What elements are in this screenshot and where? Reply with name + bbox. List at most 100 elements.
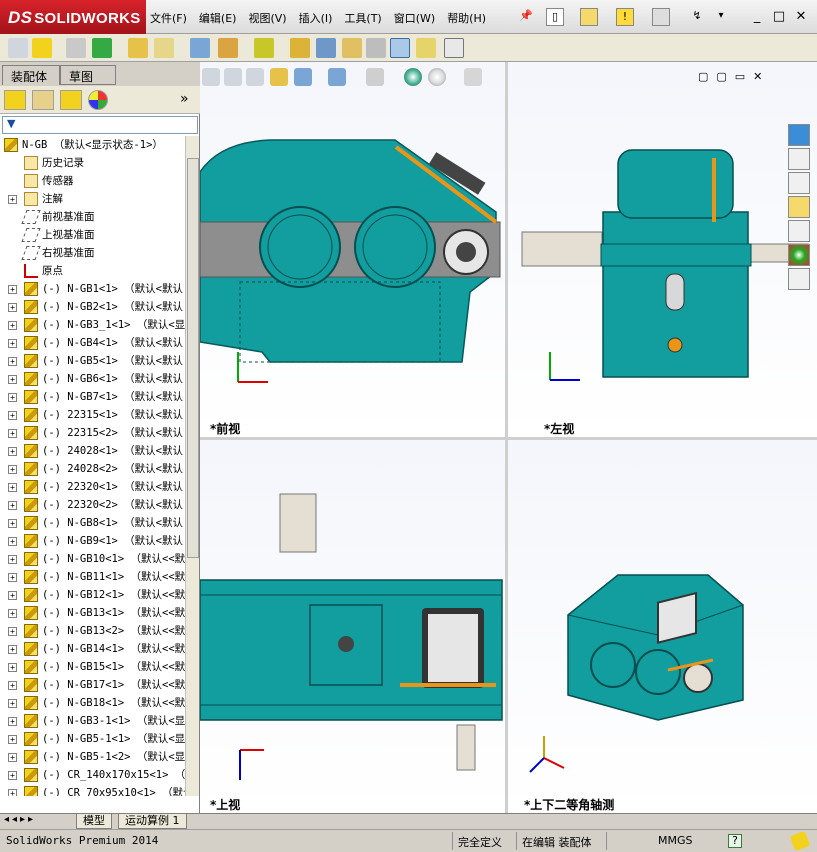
expand-toggle-icon[interactable]: + — [8, 195, 17, 204]
expand-panel-icon[interactable]: » — [180, 91, 189, 107]
expand-toggle-icon[interactable]: + — [8, 663, 17, 672]
expand-toggle-icon[interactable]: + — [8, 465, 17, 474]
tab-scroll-arrows-icon[interactable]: ◂◂▸▸ — [4, 814, 36, 825]
appearances-icon[interactable] — [788, 244, 810, 266]
tag-icon[interactable] — [789, 830, 811, 852]
menu-window[interactable]: 窗口(W) — [394, 10, 435, 26]
insert-component-icon[interactable] — [32, 38, 52, 58]
print-icon[interactable] — [652, 8, 670, 26]
new-motion-study-icon[interactable] — [290, 38, 310, 58]
tab-sketch[interactable]: 草图 — [60, 65, 116, 85]
expand-toggle-icon[interactable]: + — [8, 357, 17, 366]
view-orientation-icon[interactable] — [294, 68, 312, 86]
bill-of-materials-icon[interactable] — [316, 38, 336, 58]
menu-tools[interactable]: 工具(T) — [344, 10, 381, 26]
expand-toggle-icon[interactable]: + — [8, 699, 17, 708]
view-settings-icon[interactable] — [464, 68, 482, 86]
expand-toggle-icon[interactable]: + — [8, 375, 17, 384]
menu-edit[interactable]: 编辑(E) — [199, 10, 237, 26]
reference-geometry-icon[interactable] — [254, 38, 274, 58]
expand-toggle-icon[interactable]: + — [8, 771, 17, 780]
expand-toggle-icon[interactable]: + — [8, 393, 17, 402]
expand-toggle-icon[interactable]: + — [8, 717, 17, 726]
instant3d-icon[interactable] — [444, 38, 464, 58]
expand-toggle-icon[interactable]: + — [8, 753, 17, 762]
expand-toggle-icon[interactable]: + — [8, 789, 17, 796]
expand-toggle-icon[interactable]: + — [8, 483, 17, 492]
expand-toggle-icon[interactable]: + — [8, 645, 17, 654]
viewport-isometric[interactable]: *上下二等角轴测 — [508, 440, 817, 813]
tree-filter-input[interactable]: ▼ — [2, 116, 198, 134]
view-palette-icon[interactable] — [788, 220, 810, 242]
tree-scrollbar[interactable] — [185, 136, 199, 796]
edit-appearance-icon[interactable] — [404, 68, 422, 86]
expand-toggle-icon[interactable]: + — [8, 591, 17, 600]
mate-icon[interactable] — [66, 38, 86, 58]
design-library-icon[interactable] — [788, 172, 810, 194]
pin-icon[interactable]: 📌 — [517, 8, 535, 26]
help-icon[interactable]: ? — [728, 834, 742, 848]
viewport-front[interactable]: *前视 — [200, 62, 505, 437]
expand-toggle-icon[interactable]: + — [8, 447, 17, 456]
tab-motion-study[interactable]: 运动算例 1 — [118, 814, 187, 829]
open-folder-icon[interactable] — [580, 8, 598, 26]
interference-detection-icon[interactable] — [390, 38, 410, 58]
new-document-icon[interactable]: ▯ — [546, 8, 564, 26]
assembly-features-icon[interactable] — [218, 38, 238, 58]
close-button[interactable]: ✕ — [791, 8, 811, 26]
configuration-manager-icon[interactable] — [60, 90, 82, 110]
maximize-button[interactable]: □ — [769, 8, 789, 26]
zoom-to-fit-icon[interactable] — [202, 68, 220, 86]
solidworks-logo[interactable]: DS SOLIDWORKS — [0, 0, 146, 34]
exploded-view-icon[interactable] — [342, 38, 362, 58]
expand-toggle-icon[interactable]: + — [8, 681, 17, 690]
display-manager-icon[interactable] — [88, 90, 108, 110]
status-units[interactable]: MMGS — [658, 834, 693, 847]
display-style-icon[interactable] — [328, 68, 346, 86]
options-icon[interactable]: ↯ — [688, 8, 706, 26]
viewport-top[interactable]: *上视 — [200, 440, 505, 813]
expand-toggle-icon[interactable]: + — [8, 339, 17, 348]
property-manager-icon[interactable] — [32, 90, 54, 110]
move-component-icon[interactable] — [154, 38, 174, 58]
expand-toggle-icon[interactable]: + — [8, 627, 17, 636]
tree-scrollbar-thumb[interactable] — [187, 158, 199, 558]
expand-toggle-icon[interactable]: + — [8, 537, 17, 546]
apply-scene-icon[interactable] — [428, 68, 446, 86]
solidworks-resources-icon[interactable] — [788, 124, 810, 146]
rebuild-warning-icon[interactable]: ! — [616, 8, 634, 26]
expand-toggle-icon[interactable]: + — [8, 501, 17, 510]
viewport-window-controls[interactable]: ▢▢▭✕ — [698, 70, 770, 83]
viewport-splitter-horizontal[interactable] — [200, 437, 817, 440]
viewport-left[interactable]: *左视 — [508, 62, 817, 437]
show-hidden-icon[interactable] — [190, 38, 210, 58]
smart-fasteners-icon[interactable] — [128, 38, 148, 58]
expand-toggle-icon[interactable]: + — [8, 609, 17, 618]
tab-assembly[interactable]: 装配体 — [2, 65, 60, 85]
clearance-verification-icon[interactable] — [416, 38, 436, 58]
previous-view-icon[interactable] — [246, 68, 264, 86]
tab-model[interactable]: 模型 — [76, 814, 112, 829]
menu-help[interactable]: 帮助(H) — [447, 10, 486, 26]
expand-toggle-icon[interactable]: + — [8, 555, 17, 564]
zoom-to-area-icon[interactable] — [224, 68, 242, 86]
minimize-button[interactable]: _ — [747, 8, 767, 26]
linear-pattern-icon[interactable] — [92, 38, 112, 58]
expand-toggle-icon[interactable]: + — [8, 519, 17, 528]
graphics-area[interactable]: *前视 *左视 *上视 *上下二等角轴测 ▢▢▭✕ — [200, 62, 817, 813]
expand-toggle-icon[interactable]: + — [8, 735, 17, 744]
expand-toggle-icon[interactable]: + — [8, 285, 17, 294]
explode-line-sketch-icon[interactable] — [366, 38, 386, 58]
more-menu-icon[interactable]: ▾ — [712, 8, 730, 26]
custom-properties-icon[interactable] — [788, 268, 810, 290]
menu-insert[interactable]: 插入(I) — [299, 10, 333, 26]
expand-toggle-icon[interactable]: + — [8, 321, 17, 330]
filter-funnel-icon[interactable]: ▼ — [7, 117, 15, 130]
expand-toggle-icon[interactable]: + — [8, 303, 17, 312]
expand-toggle-icon[interactable]: + — [8, 573, 17, 582]
component-icon[interactable] — [8, 38, 28, 58]
section-view-icon[interactable] — [270, 68, 288, 86]
file-explorer-icon[interactable] — [788, 196, 810, 218]
expand-toggle-icon[interactable]: + — [8, 429, 17, 438]
feature-manager-icon[interactable] — [4, 90, 26, 110]
